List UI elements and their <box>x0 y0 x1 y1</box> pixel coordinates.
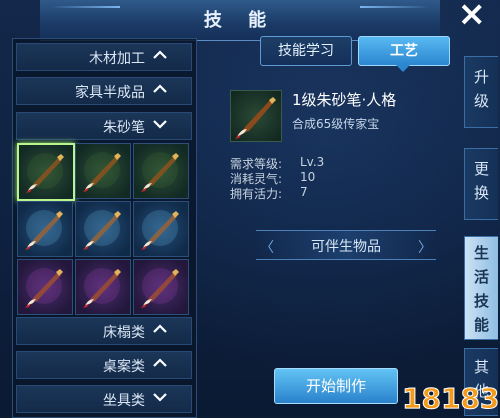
brush-item-icon <box>230 90 282 142</box>
category-tables[interactable]: 桌案类 <box>16 351 192 379</box>
item-slot[interactable] <box>75 259 131 315</box>
brush-icon <box>25 268 63 308</box>
category-cinnabar-brush[interactable]: 朱砂笔 <box>16 112 192 140</box>
item-slot[interactable] <box>17 143 75 201</box>
category-wood-processing[interactable]: 木材加工 <box>16 43 192 71</box>
stat-label: 拥有活力: <box>230 187 283 201</box>
companion-items-header: 〈 可伴生物品 〉 <box>256 230 436 260</box>
brush-icon <box>141 268 179 308</box>
item-slot[interactable] <box>133 259 189 315</box>
category-label: 家具半成品 <box>75 85 145 101</box>
chevron-down-icon <box>153 120 167 129</box>
category-seating[interactable]: 坐具类 <box>16 385 192 413</box>
stat-label: 需求等级: <box>230 157 283 171</box>
brush-icon <box>141 152 179 192</box>
chevron-up-icon <box>153 358 167 367</box>
arrow-right-icon: 〉 <box>418 240 432 256</box>
chevron-down-icon <box>153 393 167 402</box>
item-slot[interactable] <box>75 201 131 257</box>
stat-value: 7 <box>300 185 308 199</box>
category-label: 木材加工 <box>89 51 145 67</box>
item-slot[interactable] <box>17 201 73 257</box>
brush-icon <box>83 268 121 308</box>
side-tab-char: 换 <box>473 184 489 202</box>
side-tab-char: 技 <box>473 292 489 310</box>
side-tab-char: 其 <box>473 358 489 376</box>
side-tab-char: 级 <box>473 92 489 110</box>
side-tab-upgrade[interactable]: 升 级 <box>464 56 498 128</box>
category-label: 桌案类 <box>103 359 145 375</box>
stat-value: Lv.3 <box>300 155 325 169</box>
brush-icon <box>25 210 63 250</box>
item-subtitle: 合成65级传家宝 <box>292 117 380 131</box>
skill-panel: 技 能 × 木材加工 家具半成品 朱砂笔 床榻类 桌案类 坐具类 技能学习 工艺… <box>0 0 500 418</box>
category-furniture-parts[interactable]: 家具半成品 <box>16 77 192 105</box>
stat-value: 10 <box>300 170 316 184</box>
side-tab-life-skills[interactable]: 生 活 技 能 <box>464 236 498 340</box>
recipe-list[interactable]: 木材加工 家具半成品 朱砂笔 床榻类 桌案类 坐具类 <box>12 38 197 418</box>
brush-icon <box>83 210 121 250</box>
category-beds[interactable]: 床榻类 <box>16 317 192 345</box>
svg-text:18183: 18183 <box>402 382 499 415</box>
tab-skill-learning[interactable]: 技能学习 <box>260 36 352 66</box>
side-tab-char: 更 <box>473 160 489 178</box>
chevron-up-icon <box>153 50 167 59</box>
item-slot[interactable] <box>17 259 73 315</box>
category-label: 坐具类 <box>103 393 145 409</box>
category-label: 朱砂笔 <box>103 120 145 136</box>
brush-icon <box>141 210 179 250</box>
side-tab-change[interactable]: 更 换 <box>464 148 498 220</box>
side-tab-char: 活 <box>473 268 489 286</box>
stat-vitality: 拥有活力: 7 <box>230 185 308 202</box>
close-icon[interactable]: × <box>458 0 487 34</box>
chevron-up-icon <box>153 324 167 333</box>
tab-pointer-icon <box>396 65 410 72</box>
section-label: 可伴生物品 <box>311 239 381 255</box>
item-grid <box>17 143 189 315</box>
site-watermark-logo: 18183 <box>402 382 500 416</box>
brush-icon <box>26 153 64 193</box>
item-slot[interactable] <box>133 143 189 199</box>
start-crafting-button[interactable]: 开始制作 <box>274 368 398 404</box>
side-tab-char: 生 <box>473 244 489 262</box>
category-label: 床榻类 <box>103 325 145 341</box>
chevron-up-icon <box>153 84 167 93</box>
tab-craft[interactable]: 工艺 <box>358 36 450 66</box>
stat-label: 消耗灵气: <box>230 172 283 186</box>
side-tab-char: 升 <box>473 68 489 86</box>
brush-icon <box>83 152 121 192</box>
item-slot[interactable] <box>133 201 189 257</box>
item-name: 1级朱砂笔·人格 <box>292 91 397 109</box>
panel-title: 技 能 <box>203 10 277 31</box>
item-slot[interactable] <box>75 143 131 199</box>
title-bar: 技 能 <box>40 0 440 41</box>
side-tab-char: 能 <box>473 316 489 334</box>
